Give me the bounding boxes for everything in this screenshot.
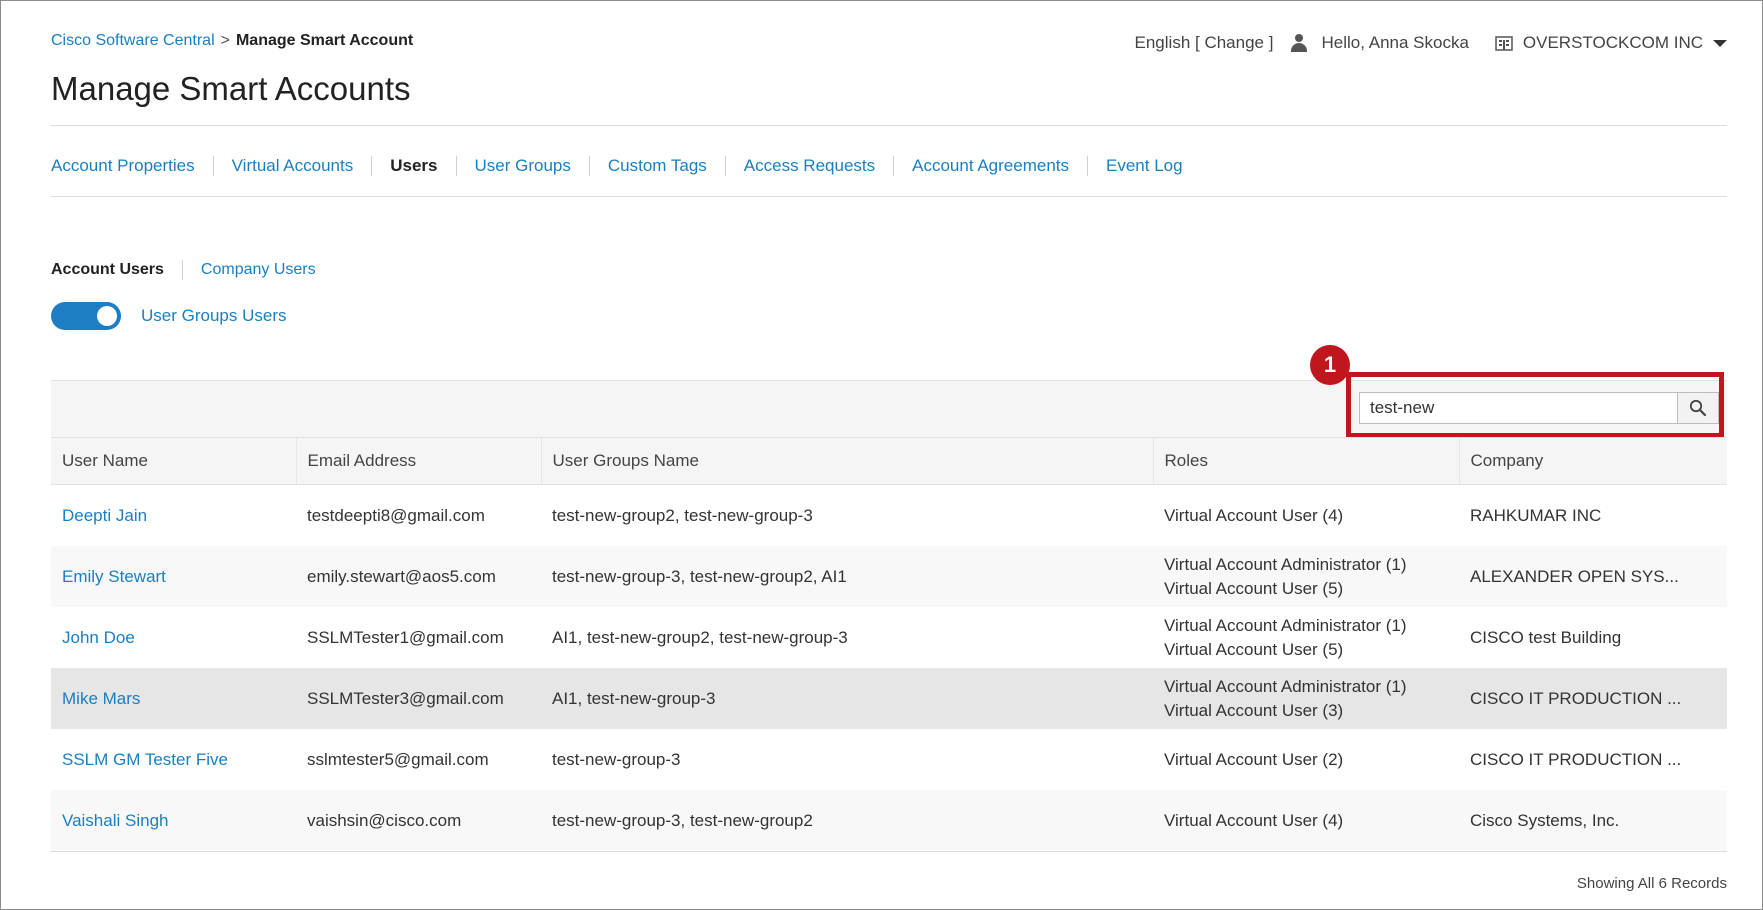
language-bracket: ] [1268,33,1274,52]
tab-user-groups[interactable]: User Groups [455,156,589,176]
language-selector: English [ Change ] [1135,33,1274,53]
role-line: Virtual Account User (5) [1164,578,1344,598]
company-cell: CISCO IT PRODUCTION ... [1459,668,1727,729]
tab-account-properties[interactable]: Account Properties [51,156,213,176]
user-bar: English [ Change ] Hello, Anna Skocka OV… [1135,33,1727,53]
company-cell: CISCO IT PRODUCTION ... [1470,749,1682,769]
role-line: Virtual Account User (2) [1164,749,1344,769]
email-cell: vaishsin@cisco.com [296,790,541,852]
roles-cell: Virtual Account User (4) [1153,485,1459,547]
divider [51,196,1727,197]
building-icon [1495,36,1513,51]
table-header-row: User Name Email Address User Groups Name… [51,437,1727,485]
column-header-roles[interactable]: Roles [1152,437,1459,485]
page-title: Manage Smart Accounts [51,70,411,107]
groups-cell: test-new-group-3, test-new-group2, AI1 [541,546,1153,607]
role-line: Virtual Account Administrator (1) [1164,676,1407,696]
groups-cell: AI1, test-new-group2, test-new-group-3 [552,627,848,647]
breadcrumb-link-cisco-software-central[interactable]: Cisco Software Central [51,32,215,49]
user-greeting[interactable]: Hello, Anna Skocka [1321,33,1468,53]
subtab-account-users[interactable]: Account Users [51,260,182,280]
company-cell: ALEXANDER OPEN SYS... [1459,546,1727,607]
email-cell: testdeepti8@gmail.com [307,505,485,525]
user-icon [1291,34,1308,52]
breadcrumb: Cisco Software Central > Manage Smart Acco… [51,32,413,50]
account-tabs: Account Properties Virtual Accounts User… [51,156,1201,176]
roles-cell: Virtual Account Administrator (1) Virtual… [1153,607,1459,668]
user-name-link[interactable]: Vaishali Singh [62,811,168,830]
company-cell: RAHKUMAR INC [1470,505,1602,525]
user-groups-users-toggle[interactable] [51,302,121,330]
role-line: Virtual Account Administrator (1) [1164,554,1407,574]
column-header-email[interactable]: Email Address [295,437,541,485]
email-cell: emily.stewart@aos5.com [296,546,541,607]
groups-cell: AI1, test-new-group-3 [541,668,1153,729]
user-name-link[interactable]: John Doe [62,628,135,647]
roles-cell: Virtual Account User (4) [1153,790,1459,852]
email-cell: SSLMTester3@gmail.com [296,668,541,729]
language-label: English [ [1134,33,1200,52]
chevron-down-icon[interactable] [1713,39,1727,47]
email-cell: sslmtester5@gmail.com [307,749,489,769]
company-cell: CISCO test Building [1470,627,1622,647]
table-row[interactable]: Vaishali Singh vaishsin@cisco.com test-n… [51,790,1727,852]
table-row[interactable]: Deepti Jain testdeepti8@gmail.com test-n… [51,485,1727,547]
breadcrumb-current: Manage Smart Account [235,32,414,49]
tab-virtual-accounts[interactable]: Virtual Accounts [212,156,372,176]
subtab-company-users[interactable]: Company Users [181,260,334,280]
table-row[interactable]: Emily Stewart emily.stewart@aos5.com tes… [51,546,1727,607]
roles-cell: Virtual Account User (2) [1153,729,1459,790]
tab-event-log[interactable]: Event Log [1087,156,1201,176]
user-name-link[interactable]: Emily Stewart [62,567,166,586]
user-groups-users-label[interactable]: User Groups Users [141,306,286,326]
tab-users[interactable]: Users [371,156,455,176]
user-name-link[interactable]: Deepti Jain [62,506,147,525]
table-row[interactable]: SSLM GM Tester Five sslmtester5@gmail.co… [51,729,1727,790]
tab-access-requests[interactable]: Access Requests [724,156,893,176]
callout-number-badge: 1 [1310,345,1350,385]
company-selector[interactable]: OVERSTOCKCOM INC [1523,33,1703,53]
breadcrumb-separator: > [220,32,230,49]
roles-cell: Virtual Account Administrator (1) Virtual… [1153,546,1459,607]
users-table: User Name Email Address User Groups Name… [51,437,1727,852]
table-row[interactable]: John Doe SSLMTester1@gmail.com AI1, test… [51,607,1727,668]
user-subtabs: Account Users Company Users [51,260,334,280]
company-cell: Cisco Systems, Inc. [1459,790,1727,852]
column-header-company[interactable]: Company [1458,437,1727,485]
tab-account-agreements[interactable]: Account Agreements [893,156,1087,176]
user-name-link[interactable]: SSLM GM Tester Five [62,750,228,769]
tab-custom-tags[interactable]: Custom Tags [588,156,725,176]
role-line: Virtual Account Administrator (1) [1164,615,1407,635]
email-cell: SSLMTester1@gmail.com [307,627,504,647]
table-row[interactable]: Mike Mars SSLMTester3@gmail.com AI1, tes… [51,668,1727,729]
callout-highlight-box [1346,372,1724,438]
column-header-user-groups[interactable]: User Groups Name [540,437,1153,485]
role-line: Virtual Account User (4) [1164,505,1344,525]
user-groups-toggle-row: User Groups Users [51,302,286,330]
role-line: Virtual Account User (3) [1164,700,1344,720]
column-header-user-name[interactable]: User Name [51,437,296,485]
divider [51,125,1727,126]
toggle-knob [97,306,117,326]
language-change-link[interactable]: Change [1204,33,1264,52]
role-line: Virtual Account User (4) [1164,810,1344,830]
groups-cell: test-new-group-3 [552,749,681,769]
role-line: Virtual Account User (5) [1164,639,1344,659]
groups-cell: test-new-group-3, test-new-group2 [541,790,1153,852]
groups-cell: test-new-group2, test-new-group-3 [552,505,813,525]
roles-cell: Virtual Account Administrator (1) Virtual… [1153,668,1459,729]
user-name-link[interactable]: Mike Mars [62,689,140,708]
records-count: Showing All 6 Records [1576,875,1727,892]
